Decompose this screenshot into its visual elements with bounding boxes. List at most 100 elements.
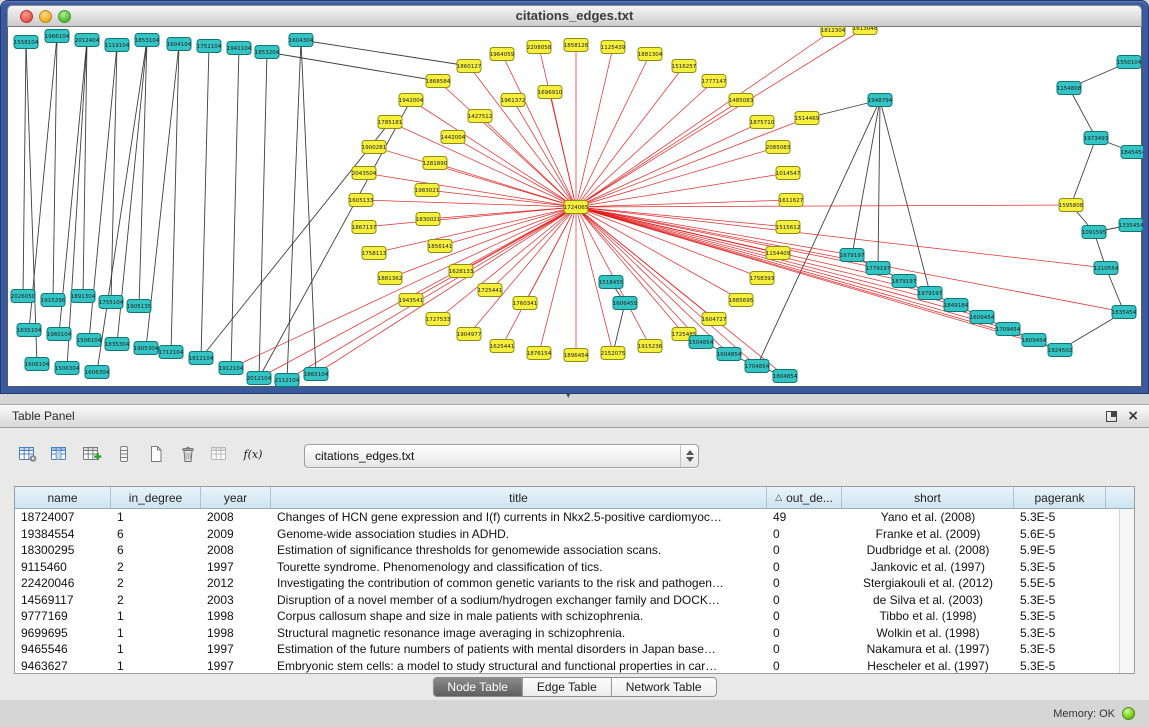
graph-node[interactable]: 1725441 (478, 284, 503, 297)
graph-edge[interactable] (171, 44, 179, 352)
graph-node[interactable]: 1777147 (702, 75, 727, 88)
cell-short[interactable]: Stergiakouli et al. (2012) (842, 576, 1014, 590)
graph-node[interactable]: 1604854 (717, 348, 742, 361)
float-panel-icon[interactable] (1106, 411, 1117, 422)
cell-name[interactable]: 9463627 (15, 659, 111, 673)
column-header-year[interactable]: year (201, 487, 271, 508)
graph-node[interactable]: 1755104 (99, 296, 124, 309)
cell-year[interactable]: 1997 (201, 560, 271, 574)
cell-pagerank[interactable]: 5.3E-5 (1014, 593, 1106, 607)
table-row[interactable]: 977716911998Corpus callosum shape and si… (15, 608, 1119, 625)
graph-node[interactable]: 1924502 (1048, 344, 1073, 357)
graph-node[interactable]: 1442004 (441, 131, 466, 144)
graph-edge[interactable] (259, 52, 267, 378)
cell-name[interactable]: 18300295 (15, 543, 111, 557)
graph-node[interactable]: 1758393 (750, 272, 775, 285)
cell-in_degree[interactable]: 1 (111, 609, 201, 623)
table-row[interactable]: 911546021997Tourette syndrome. Phenomeno… (15, 559, 1119, 576)
table-row[interactable]: 1456911722003Disruption of a novel membe… (15, 592, 1119, 609)
graph-node[interactable]: 1881362 (378, 272, 403, 285)
cell-short[interactable]: Jankovic et al. (1997) (842, 560, 1014, 574)
graph-node[interactable]: 1845454 (1121, 146, 1143, 159)
graph-node[interactable]: 1154808 (1057, 82, 1082, 95)
cell-in_degree[interactable]: 6 (111, 543, 201, 557)
table-scrollbar[interactable] (1119, 509, 1134, 673)
graph-node[interactable]: 1860127 (457, 60, 482, 73)
graph-node[interactable]: 1868584 (426, 75, 451, 88)
network-canvas[interactable]: 1858126220805819640591860127186858419420… (7, 27, 1142, 387)
graph-edge[interactable] (613, 303, 625, 353)
graph-node[interactable]: 1704854 (745, 360, 770, 373)
graph-edge[interactable] (231, 207, 576, 368)
graph-edge[interactable] (1069, 88, 1096, 138)
cell-short[interactable]: Nakamura et al. (1997) (842, 642, 1014, 656)
graph-node[interactable]: 1605133 (349, 194, 374, 207)
cell-out_degree[interactable]: 0 (767, 593, 842, 607)
cell-out_degree[interactable]: 0 (767, 642, 842, 656)
graph-edge[interactable] (259, 100, 411, 378)
graph-node[interactable]: 1751104 (197, 40, 222, 53)
graph-node[interactable]: 1849184 (944, 299, 969, 312)
column-header-short[interactable]: short (842, 487, 1014, 508)
cell-title[interactable]: Changes of HCN gene expression and I(f) … (271, 510, 767, 524)
graph-edge[interactable] (26, 42, 37, 364)
graph-node[interactable]: 1942004 (399, 94, 424, 107)
cell-out_degree[interactable]: 0 (767, 659, 842, 673)
function-builder-button[interactable]: f(x) (238, 442, 266, 470)
cell-title[interactable]: Corpus callosum shape and size in male p… (271, 609, 767, 623)
cell-year[interactable]: 2003 (201, 593, 271, 607)
graph-node[interactable]: 1915296 (41, 294, 66, 307)
graph-node[interactable]: 1516257 (672, 60, 697, 73)
graph-node[interactable]: 1941104 (227, 42, 252, 55)
cell-in_degree[interactable]: 2 (111, 576, 201, 590)
graph-node[interactable]: 1881304 (638, 48, 663, 61)
graph-node[interactable]: 1960104 (47, 328, 72, 341)
graph-node[interactable]: 1835454 (1112, 306, 1137, 319)
table-row[interactable]: 1938455462009Genome-wide association stu… (15, 526, 1119, 543)
graph-edge[interactable] (287, 40, 301, 380)
cell-short[interactable]: Franke et al. (2009) (842, 527, 1014, 541)
graph-edge[interactable] (231, 48, 239, 368)
graph-node[interactable]: 1613048 (853, 27, 878, 35)
graph-node[interactable]: 1966104 (45, 30, 70, 43)
graph-node[interactable]: 1514469 (795, 112, 820, 125)
cell-pagerank[interactable]: 5.3E-5 (1014, 642, 1106, 656)
cell-year[interactable]: 2008 (201, 510, 271, 524)
graph-node[interactable]: 1625441 (490, 340, 515, 353)
cell-name[interactable]: 9115460 (15, 560, 111, 574)
cell-out_degree[interactable]: 0 (767, 527, 842, 541)
graph-node[interactable]: 1606104 (25, 358, 50, 371)
column-header-name[interactable]: name (15, 487, 111, 508)
graph-node[interactable]: 1709454 (996, 323, 1021, 336)
graph-node[interactable]: 1856141 (428, 240, 453, 253)
table-row[interactable]: 946362711997Embryonic stem cells: a mode… (15, 658, 1119, 674)
cell-title[interactable]: Investigating the contribution of common… (271, 576, 767, 590)
graph-edge[interactable] (576, 207, 788, 227)
graph-node[interactable]: 1281890 (423, 157, 448, 170)
graph-node[interactable]: 1125439 (601, 41, 626, 54)
cell-in_degree[interactable]: 1 (111, 642, 201, 656)
graph-node[interactable]: 1609454 (970, 311, 995, 324)
cell-title[interactable]: Disruption of a novel member of a sodium… (271, 593, 767, 607)
cell-short[interactable]: Wolkin et al. (1998) (842, 626, 1014, 640)
cell-year[interactable]: 2012 (201, 576, 271, 590)
graph-node[interactable]: 1943541 (399, 294, 424, 307)
graph-node[interactable]: 1835304 (105, 338, 130, 351)
graph-node[interactable]: 1758113 (362, 247, 387, 260)
delete-table-button[interactable] (174, 442, 202, 470)
graph-edge[interactable] (576, 118, 807, 207)
cell-title[interactable]: Tourette syndrome. Phenomenology and cla… (271, 560, 767, 574)
graph-edge[interactable] (111, 45, 117, 302)
graph-edge[interactable] (576, 207, 878, 268)
cell-short[interactable]: de Silva et al. (2003) (842, 593, 1014, 607)
graph-node[interactable]: 1335454 (1119, 219, 1143, 232)
graph-node[interactable]: 1504854 (689, 336, 714, 349)
graph-node[interactable]: 1812104 (189, 352, 214, 365)
graph-node[interactable]: 1604104 (167, 38, 192, 51)
table-row[interactable]: 1872400712008Changes of HCN gene express… (15, 509, 1119, 526)
graph-node[interactable]: 1506304 (55, 362, 80, 375)
graph-node[interactable]: 2152075 (601, 347, 626, 360)
graph-node[interactable]: 1867137 (352, 221, 377, 234)
graph-node[interactable]: 1119104 (105, 39, 130, 52)
graph-node[interactable]: 2043504 (352, 167, 377, 180)
